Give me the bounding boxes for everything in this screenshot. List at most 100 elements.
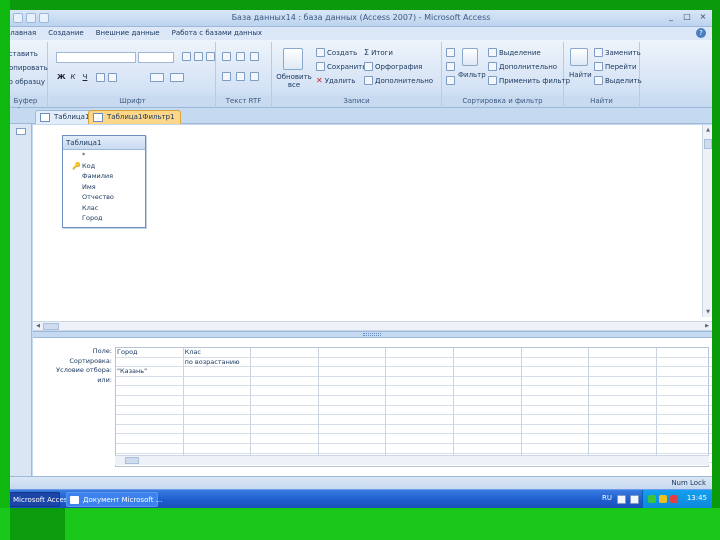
- grid-cell[interactable]: [521, 376, 590, 387]
- grid-cell[interactable]: [183, 424, 252, 435]
- grid-cell[interactable]: [116, 434, 184, 444]
- grid-cell[interactable]: [318, 444, 387, 454]
- grid-cell[interactable]: [656, 377, 712, 387]
- grid-cell[interactable]: [589, 396, 657, 406]
- scroll-down-icon[interactable]: ▼: [704, 308, 712, 316]
- grid-cell[interactable]: [116, 444, 184, 454]
- alt-fill-icon[interactable]: [170, 73, 184, 82]
- italic-button[interactable]: К: [68, 72, 78, 82]
- grid-cell[interactable]: [656, 406, 712, 416]
- bullets-icon[interactable]: [222, 72, 231, 81]
- grid-cell[interactable]: [589, 405, 657, 416]
- rtl-icon[interactable]: [250, 52, 259, 61]
- grid-cell[interactable]: [116, 376, 184, 387]
- grid-cell[interactable]: [589, 376, 657, 387]
- grid-cell[interactable]: [454, 415, 522, 425]
- grid-cell[interactable]: [521, 367, 590, 377]
- grid-cell[interactable]: [116, 405, 184, 416]
- design-grid-hscroll[interactable]: [115, 455, 709, 465]
- numbering-icon[interactable]: [236, 72, 245, 81]
- grid-cell[interactable]: [521, 424, 590, 435]
- totals-button[interactable]: Σ Итоги: [364, 48, 393, 57]
- grid-cell[interactable]: [656, 434, 712, 444]
- grid-cell[interactable]: [454, 348, 522, 358]
- grid-cell[interactable]: [589, 357, 657, 368]
- field-otchestvo[interactable]: Отчество: [63, 192, 145, 203]
- minimize-button[interactable]: _: [664, 12, 678, 23]
- filter-button[interactable]: Фильтр: [458, 71, 486, 79]
- filter-funnel-icon[interactable]: [462, 48, 478, 66]
- pane-splitter[interactable]: [33, 331, 712, 338]
- grid-cell[interactable]: [251, 376, 319, 387]
- scroll-up-icon[interactable]: ▲: [704, 126, 712, 134]
- grid-cell[interactable]: [521, 434, 590, 444]
- field-kod[interactable]: 🔑 Код: [63, 161, 145, 172]
- grid-cell-sort-1[interactable]: по возрастанию: [183, 357, 252, 368]
- grid-cell[interactable]: [589, 386, 657, 396]
- field-klas[interactable]: Клас: [63, 203, 145, 214]
- grid-cell[interactable]: [318, 376, 387, 387]
- tab-database-tools[interactable]: Работа с базами данных: [166, 27, 268, 40]
- field-list-table1[interactable]: Таблица1 * 🔑 Код Фамилия Имя Отчество Кла…: [62, 135, 146, 228]
- grid-cell[interactable]: [386, 444, 454, 454]
- grid-cell[interactable]: [251, 405, 319, 416]
- network-icon[interactable]: [648, 495, 656, 503]
- new-record-button[interactable]: Создать: [316, 48, 357, 57]
- grid-cell[interactable]: [183, 376, 252, 387]
- navpane-icon[interactable]: [15, 128, 26, 135]
- table-pane-hscroll[interactable]: ◀ ▶: [33, 321, 712, 331]
- grid-cell[interactable]: [656, 367, 712, 377]
- grid-cell[interactable]: [454, 405, 522, 416]
- indent-decrease-icon[interactable]: [222, 52, 231, 61]
- grid-cell[interactable]: [318, 357, 387, 368]
- grid-cell[interactable]: [251, 444, 319, 454]
- grid-cell[interactable]: [116, 424, 184, 435]
- grid-cell[interactable]: [589, 434, 657, 444]
- gridlines-icon[interactable]: [150, 73, 164, 82]
- highlight-icon[interactable]: [250, 72, 259, 81]
- language-indicator[interactable]: RU: [602, 494, 612, 502]
- sort-ascending-icon[interactable]: [446, 48, 455, 57]
- grid-cell[interactable]: [318, 434, 387, 444]
- grid-cell[interactable]: [318, 367, 387, 377]
- font-name-combo[interactable]: [56, 52, 136, 63]
- grid-cell[interactable]: [318, 415, 387, 425]
- grid-cell[interactable]: [116, 396, 184, 406]
- grid-cell[interactable]: [386, 424, 454, 435]
- grid-cell[interactable]: [183, 444, 252, 454]
- grid-cell[interactable]: [183, 405, 252, 416]
- grid-cell[interactable]: [251, 348, 319, 358]
- field-gorod[interactable]: Город: [63, 213, 145, 224]
- grid-cell[interactable]: [656, 415, 712, 425]
- grid-cell[interactable]: [521, 348, 590, 358]
- selection-button[interactable]: Выделение: [488, 48, 541, 57]
- field-familiya[interactable]: Фамилия: [63, 171, 145, 182]
- grid-cell[interactable]: [521, 396, 590, 406]
- grid-cell[interactable]: [251, 396, 319, 406]
- grid-cell[interactable]: [318, 386, 387, 396]
- underline-button[interactable]: Ч: [80, 72, 90, 82]
- paste-button[interactable]: Вставить: [10, 50, 38, 58]
- grid-cell[interactable]: [454, 434, 522, 444]
- grid-cell[interactable]: [183, 386, 252, 396]
- field-list-title[interactable]: Таблица1: [63, 136, 145, 150]
- grid-cell[interactable]: [521, 444, 590, 454]
- grid-cell[interactable]: [521, 357, 590, 368]
- doc-tab-table1-filter1[interactable]: Таблица1Фильтр1: [88, 110, 181, 124]
- grid-cell-sort-0[interactable]: [116, 357, 184, 368]
- grid-cell[interactable]: [589, 367, 657, 377]
- clear-sort-icon[interactable]: [446, 76, 455, 85]
- grid-cell-criteria-1[interactable]: [183, 367, 252, 377]
- grid-cell[interactable]: [521, 415, 590, 425]
- grid-cell[interactable]: [656, 358, 712, 368]
- goto-button[interactable]: Перейти: [594, 62, 637, 71]
- font-size-combo[interactable]: [138, 52, 174, 63]
- grid-cell[interactable]: [386, 348, 454, 358]
- table-pane-vscroll[interactable]: ▲ ▼: [702, 125, 712, 317]
- grid-cell[interactable]: [251, 415, 319, 425]
- fill-color-icon[interactable]: [108, 73, 117, 82]
- grid-cell[interactable]: [454, 357, 522, 368]
- binoculars-icon[interactable]: [570, 48, 588, 66]
- field-imya[interactable]: Имя: [63, 182, 145, 193]
- replace-button[interactable]: Заменить: [594, 48, 641, 57]
